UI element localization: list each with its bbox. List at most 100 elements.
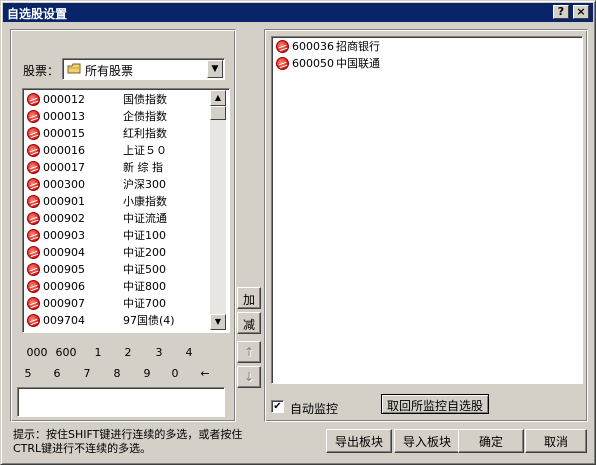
- list-item[interactable]: 000906 中证800: [25, 278, 229, 295]
- stock-code: 000901: [43, 195, 85, 208]
- stock-icon: [27, 246, 40, 259]
- list-item[interactable]: 000016 上证５０: [25, 142, 229, 159]
- stock-icon: [276, 57, 289, 70]
- stock-icon: [276, 40, 289, 53]
- filter-dropdown[interactable]: 所有股票 ▼: [62, 58, 225, 80]
- list-item[interactable]: 000903 中证100: [25, 227, 229, 244]
- stock-code: 000907: [43, 297, 85, 310]
- stock-icon: [27, 195, 40, 208]
- hint-line-2: CTRL键进行不连续的多选。: [13, 442, 152, 455]
- stock-icon: [27, 144, 40, 157]
- backspace-key[interactable]: ←: [190, 366, 220, 382]
- keypad-key[interactable]: 5: [13, 366, 43, 382]
- cancel-label: 取消: [543, 435, 568, 449]
- list-item[interactable]: 600050 中国联通: [274, 55, 582, 72]
- folder-icon: [67, 63, 81, 74]
- arrow-down-icon: ↓: [243, 370, 255, 384]
- keypad-key[interactable]: 0: [160, 366, 190, 382]
- stock-code: 009704: [43, 314, 85, 327]
- auto-monitor-checkbox[interactable]: ✔: [271, 400, 284, 413]
- remove-button[interactable]: 减: [237, 312, 261, 334]
- stock-code: 000905: [43, 263, 85, 276]
- list-item[interactable]: 000902 中证流通: [25, 210, 229, 227]
- stock-name: 中证200: [123, 246, 166, 259]
- stock-settings-dialog: 自选股设置 ? × 股票： 所有股票 ▼ 000012 国债指数 000013 企债指…: [0, 0, 596, 465]
- list-item[interactable]: 000015 红利指数: [25, 125, 229, 142]
- stock-name: 中证流通: [123, 212, 167, 225]
- stock-icon: [27, 280, 40, 293]
- stock-list[interactable]: 000012 国债指数 000013 企债指数 000015 红利指数 000016 上证５０…: [22, 88, 230, 333]
- scroll-down-button[interactable]: ▼: [210, 314, 226, 330]
- stock-icon: [27, 297, 40, 310]
- retrieve-monitored-button[interactable]: 取回所监控自选股: [381, 394, 489, 414]
- move-down-button[interactable]: ↓: [237, 366, 261, 388]
- keypad-key[interactable]: 000: [22, 345, 52, 361]
- move-up-button[interactable]: ↑: [237, 341, 261, 363]
- dropdown-arrow-button[interactable]: ▼: [207, 60, 223, 78]
- stock-name: 中证800: [123, 280, 166, 293]
- list-item[interactable]: 000012 国债指数: [25, 91, 229, 108]
- stock-list-scrollbar[interactable]: ▲ ▼: [210, 90, 226, 330]
- keypad-key[interactable]: 8: [102, 366, 132, 382]
- stock-name: 97国债(4): [123, 314, 175, 327]
- arrow-up-icon: ↑: [243, 345, 255, 359]
- code-input[interactable]: [17, 387, 225, 417]
- stock-name: 新 综 指: [123, 161, 163, 174]
- list-item[interactable]: 000907 中证700: [25, 295, 229, 312]
- keypad-key[interactable]: 3: [144, 345, 174, 361]
- keypad-key[interactable]: 1: [83, 345, 113, 361]
- import-block-button[interactable]: 导入板块: [394, 429, 460, 453]
- stock-name: 企债指数: [123, 110, 167, 123]
- list-item[interactable]: 000300 沪深300: [25, 176, 229, 193]
- window-title: 自选股设置: [7, 7, 68, 21]
- title-bar: 自选股设置 ? ×: [3, 3, 593, 22]
- chevron-up-icon: ▲: [214, 93, 222, 102]
- keypad-key[interactable]: 4: [174, 345, 204, 361]
- list-item[interactable]: 600036 招商银行: [274, 38, 582, 55]
- list-item[interactable]: 000901 小康指数: [25, 193, 229, 210]
- keypad-key[interactable]: 6: [42, 366, 72, 382]
- stock-code: 000012: [43, 93, 85, 106]
- export-block-button[interactable]: 导出板块: [326, 429, 392, 453]
- import-label: 导入板块: [402, 435, 451, 449]
- filter-label: 股票：: [23, 64, 60, 78]
- list-item[interactable]: 000017 新 综 指: [25, 159, 229, 176]
- keypad-key[interactable]: 7: [72, 366, 102, 382]
- stock-code: 600050: [292, 57, 334, 70]
- add-button[interactable]: 加: [237, 287, 261, 309]
- stock-icon: [27, 263, 40, 276]
- keypad-key[interactable]: 2: [113, 345, 143, 361]
- keypad-key[interactable]: 9: [132, 366, 162, 382]
- stock-icon: [27, 127, 40, 140]
- stock-icon: [27, 110, 40, 123]
- stock-name: 中证500: [123, 263, 166, 276]
- ok-button[interactable]: 确定: [458, 429, 524, 453]
- stock-icon: [27, 314, 40, 327]
- list-item[interactable]: 000904 中证200: [25, 244, 229, 261]
- cancel-button[interactable]: 取消: [525, 429, 587, 453]
- chevron-down-icon: ▼: [214, 317, 222, 326]
- stock-name: 沪深300: [123, 178, 166, 191]
- help-button[interactable]: ?: [553, 5, 569, 19]
- stock-icon: [27, 93, 40, 106]
- stock-name: 小康指数: [123, 195, 167, 208]
- scroll-up-button[interactable]: ▲: [210, 90, 226, 106]
- list-item[interactable]: 000013 企债指数: [25, 108, 229, 125]
- add-button-label: 加: [242, 293, 255, 307]
- list-item[interactable]: 000905 中证500: [25, 261, 229, 278]
- stock-name: 招商银行: [336, 40, 380, 53]
- list-item[interactable]: 009704 97国债(4): [25, 312, 229, 329]
- stock-code: 000017: [43, 161, 85, 174]
- stock-code: 000300: [43, 178, 85, 191]
- close-button[interactable]: ×: [573, 5, 589, 19]
- stock-code: 000906: [43, 280, 85, 293]
- export-label: 导出板块: [334, 435, 383, 449]
- stock-name: 红利指数: [123, 127, 167, 140]
- scroll-thumb[interactable]: [210, 106, 226, 120]
- filter-selected-value: 所有股票: [85, 64, 134, 78]
- stock-code: 600036: [292, 40, 334, 53]
- keypad-key[interactable]: 600: [51, 345, 81, 361]
- remove-button-label: 减: [242, 318, 255, 332]
- selected-stock-list[interactable]: 600036 招商银行 600050 中国联通: [271, 36, 583, 384]
- stock-icon: [27, 161, 40, 174]
